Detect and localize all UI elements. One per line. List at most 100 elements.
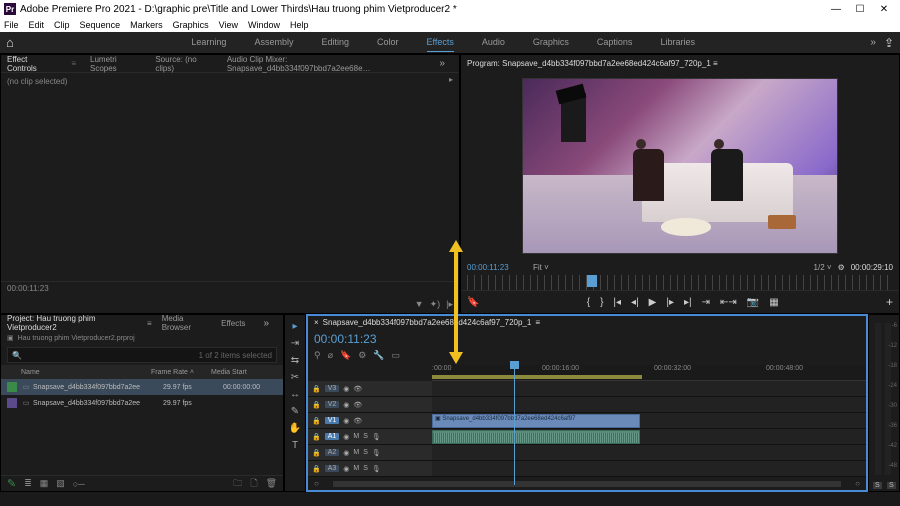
caption-icon[interactable]: ▭ [392,350,401,361]
effect-controls-play-icon[interactable]: ▸ [449,75,453,84]
track-lane[interactable]: ▣ Snapsave_d4bb334f097bbd7a2ee68ed424c6a… [432,413,866,428]
col-name[interactable]: Name [21,369,151,376]
program-fit-dropdown[interactable]: Fit ˅ [533,263,549,272]
toggle-output-icon[interactable]: ◉ [343,417,349,425]
tab-project[interactable]: Project: Hau truong phim Vietproducer2 [7,314,137,332]
lock-icon[interactable]: 🔒 [312,433,321,441]
razor-tool-icon[interactable]: ✂ [291,372,299,383]
maximize-button[interactable]: ☐ [848,4,872,15]
program-tab-menu-icon[interactable]: ≡ [711,59,718,68]
comparison-icon[interactable]: ▦ [769,297,778,308]
snap-icon[interactable]: ⚲ [314,350,321,361]
track-label[interactable]: A3 [325,465,340,472]
track-label[interactable]: V3 [325,385,340,392]
menu-clip[interactable]: Clip [54,20,70,30]
solo-icon[interactable]: S [363,465,368,472]
play-icon[interactable]: ▶ [649,297,657,308]
list-view-icon[interactable]: ≣ [24,478,32,489]
track-label[interactable]: V2 [325,401,340,408]
lock-icon[interactable]: 🔒 [312,465,321,473]
step-fwd-icon[interactable]: |▸ [666,297,674,308]
menu-help[interactable]: Help [290,20,309,30]
track-lane[interactable] [432,445,866,460]
project-search-input[interactable]: 🔍 1 of 2 items selected [7,347,277,363]
lock-icon[interactable]: 🔒 [312,417,321,425]
minimize-button[interactable]: — [824,4,848,15]
mute-icon[interactable]: M [353,449,359,456]
zoom-in-icon[interactable]: ○ [855,479,860,488]
track-label[interactable]: A2 [325,449,340,456]
timeline-timecode[interactable]: 00:00:11:23 [314,332,377,346]
trash-icon[interactable]: 🗑 [266,478,277,489]
lift-icon[interactable]: ⇥ [702,297,710,308]
fx-icon[interactable]: ✦) [430,299,441,310]
zoom-out-icon[interactable]: ○ [314,479,319,488]
workspace-overflow-icon[interactable]: » [862,37,884,48]
step-back-icon[interactable]: ◂| [631,297,639,308]
toggle-output-icon[interactable]: ◉ [343,385,349,393]
lock-icon[interactable]: 🔒 [312,401,321,409]
settings-icon[interactable]: ⚙ [838,263,845,272]
workspace-libraries[interactable]: Libraries [660,33,695,52]
toggle-output-icon[interactable]: ◉ [343,465,349,473]
new-bin-icon[interactable]: 🗀 [233,476,242,492]
linked-sel-icon[interactable]: ⌀ [328,350,333,361]
menu-window[interactable]: Window [248,20,280,30]
mark-in-icon[interactable]: { [587,297,590,308]
button-editor-icon[interactable]: + [886,295,893,309]
work-area-bar[interactable] [432,375,642,379]
program-current-timecode[interactable]: 00:00:11:23 [467,263,527,272]
workspace-captions[interactable]: Captions [597,33,633,52]
eye-icon[interactable]: 👁 [353,385,362,393]
workspace-editing[interactable]: Editing [321,33,349,52]
pen-tool-icon[interactable]: ✎ [291,406,299,417]
export-frame-icon[interactable]: 📷 [747,297,759,308]
mute-icon[interactable]: M [353,433,359,440]
timeline-playhead[interactable] [514,365,515,485]
type-tool-icon[interactable]: T [292,440,298,451]
effect-controls-timecode[interactable]: 00:00:11:23 [1,281,459,295]
program-playhead[interactable] [587,275,597,287]
program-scrub-bar[interactable] [467,275,893,290]
add-marker-icon[interactable]: 🔖 [467,297,479,308]
track-label[interactable]: A1 [325,433,340,440]
eye-icon[interactable]: 👁 [353,417,362,425]
extract-icon[interactable]: ⇤⇥ [720,297,737,308]
workspace-audio[interactable]: Audio [482,33,505,52]
solo-icon[interactable]: S [363,449,368,456]
tab-audio-clip-mixer[interactable]: Audio Clip Mixer: Snapsave_d4bb334f097bb… [227,55,418,73]
solo-left[interactable]: S [873,482,882,489]
timeline-zoom-slider[interactable] [333,481,841,487]
selection-tool-icon[interactable]: ▸ [292,321,297,332]
slip-tool-icon[interactable]: ↔ [290,389,300,400]
tab-lumetri-scopes[interactable]: Lumetri Scopes [90,55,141,73]
project-tabs-overflow-icon[interactable]: » [255,318,277,329]
menu-markers[interactable]: Markers [130,20,163,30]
wrench-icon[interactable]: 🔧 [373,350,384,361]
track-lane[interactable] [432,397,866,412]
col-mediastart[interactable]: Media Start [211,369,247,376]
menu-view[interactable]: View [219,20,238,30]
timeline-tab-menu-icon[interactable]: ≡ [535,318,540,327]
marker-icon[interactable]: 🔖 [340,350,351,361]
toggle-output-icon[interactable]: ◉ [343,449,349,457]
voice-icon[interactable]: 🎙 [372,465,381,473]
close-button[interactable]: ✕ [872,4,896,15]
tab-menu-icon[interactable]: ≡ [71,59,76,68]
lock-icon[interactable]: 🔒 [312,385,321,393]
toggle-output-icon[interactable]: ◉ [343,433,349,441]
workspace-assembly[interactable]: Assembly [254,33,293,52]
hand-tool-icon[interactable]: ✋ [289,423,301,434]
solo-icon[interactable]: S [363,433,368,440]
zoom-slider[interactable]: ○─ [73,479,85,489]
tab-media-browser[interactable]: Media Browser [162,314,211,332]
workspace-color[interactable]: Color [377,33,399,52]
write-pen-icon[interactable]: ✎ [7,477,16,490]
track-lane[interactable] [432,429,866,444]
tab-source[interactable]: Source: (no clips) [155,55,212,73]
mute-icon[interactable]: M [353,465,359,472]
go-in-icon[interactable]: |◂ [613,297,621,308]
mark-out-icon[interactable]: } [600,297,603,308]
program-out-timecode[interactable]: 00:00:29:10 [851,263,893,272]
voice-icon[interactable]: 🎙 [372,433,381,441]
